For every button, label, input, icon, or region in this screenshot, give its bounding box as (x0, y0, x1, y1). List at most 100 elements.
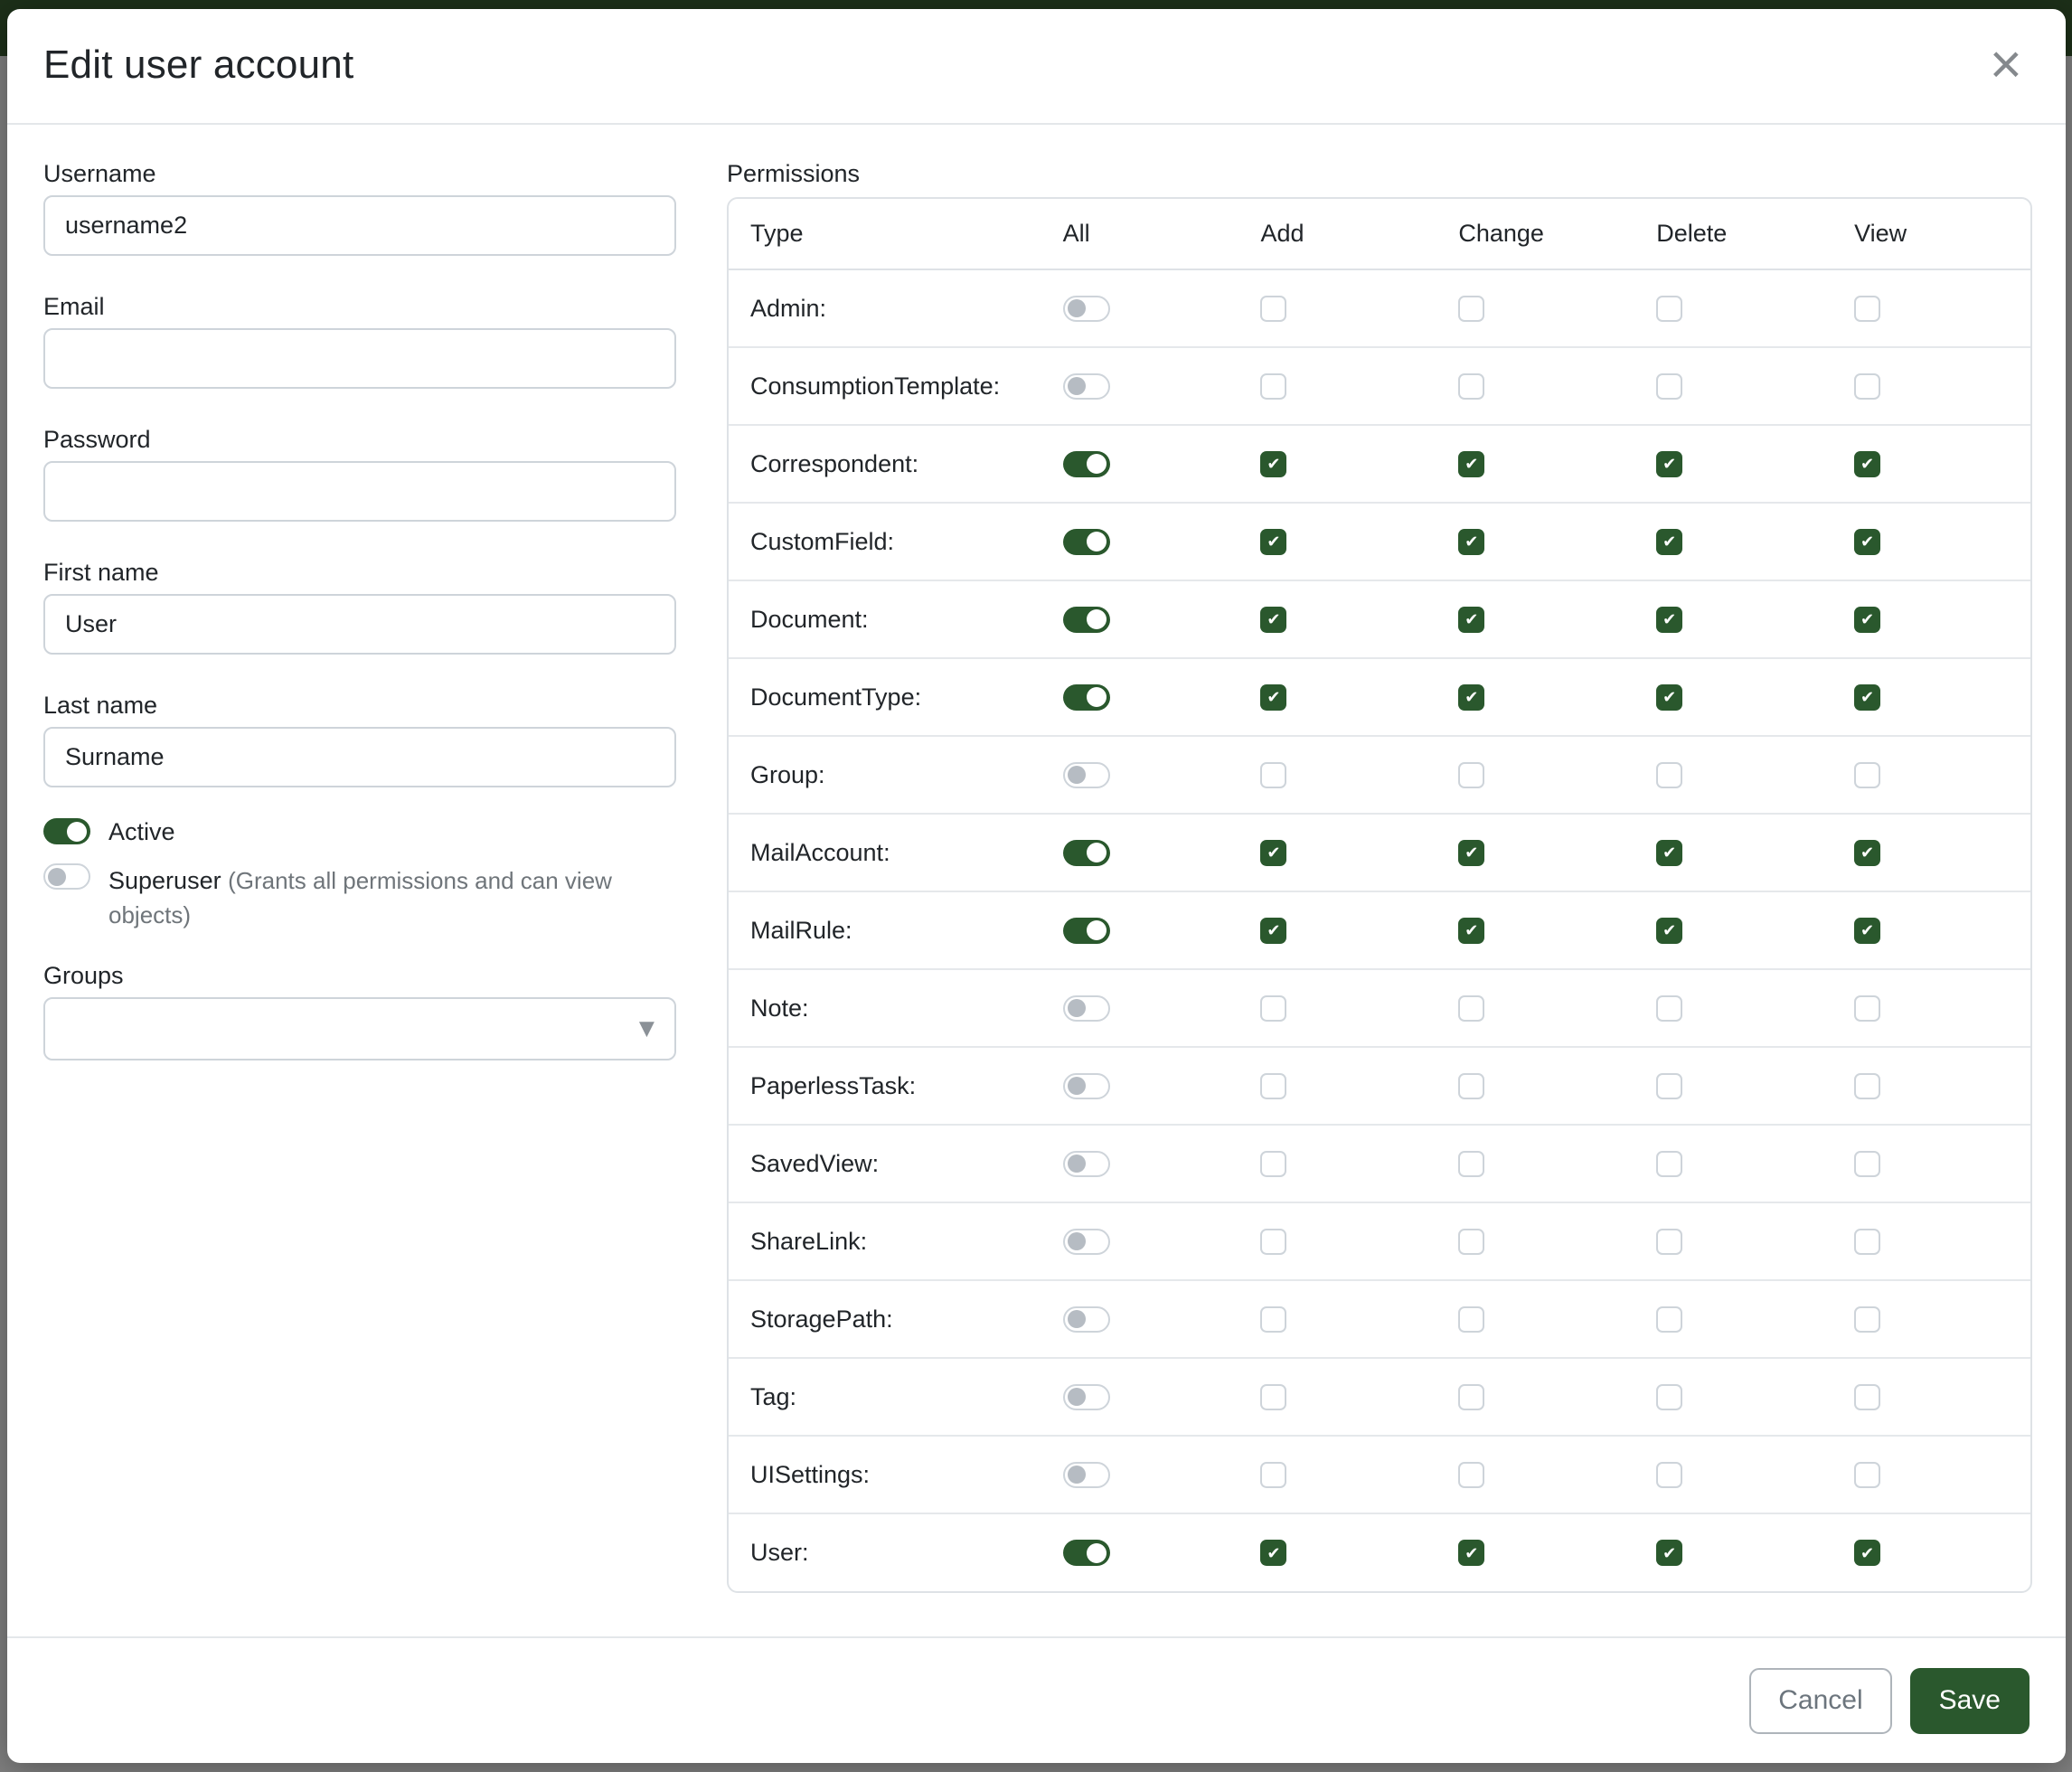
checkbox-change-admin[interactable] (1458, 296, 1484, 322)
toggle-all-mailrule[interactable] (1063, 918, 1110, 944)
checkbox-view-note[interactable] (1854, 995, 1880, 1022)
first-name-input[interactable] (43, 594, 676, 655)
checkbox-delete-correspondent[interactable]: ✔ (1656, 451, 1682, 477)
checkbox-add-paperlesstask[interactable] (1260, 1073, 1286, 1099)
checkbox-change-group[interactable] (1458, 762, 1484, 788)
checkbox-delete-customfield[interactable]: ✔ (1656, 529, 1682, 555)
checkbox-view-consumptiontemplate[interactable] (1854, 373, 1880, 400)
checkbox-change-storagepath[interactable] (1458, 1306, 1484, 1333)
checkbox-delete-uisettings[interactable] (1656, 1462, 1682, 1488)
toggle-all-sharelink[interactable] (1063, 1229, 1110, 1255)
checkbox-delete-group[interactable] (1656, 762, 1682, 788)
checkbox-delete-tag[interactable] (1656, 1384, 1682, 1410)
checkbox-add-user[interactable]: ✔ (1260, 1540, 1286, 1566)
toggle-all-paperlesstask[interactable] (1063, 1073, 1110, 1099)
checkbox-view-documenttype[interactable]: ✔ (1854, 684, 1880, 711)
checkbox-add-tag[interactable] (1260, 1384, 1286, 1410)
toggle-all-customfield[interactable] (1063, 529, 1110, 555)
checkbox-change-user[interactable]: ✔ (1458, 1540, 1484, 1566)
toggle-all-document[interactable] (1063, 607, 1110, 633)
checkbox-view-mailrule[interactable]: ✔ (1854, 918, 1880, 944)
checkbox-change-sharelink[interactable] (1458, 1229, 1484, 1255)
save-button[interactable]: Save (1910, 1668, 2030, 1734)
checkbox-change-paperlesstask[interactable] (1458, 1073, 1484, 1099)
checkbox-change-correspondent[interactable]: ✔ (1458, 451, 1484, 477)
active-toggle[interactable] (43, 818, 90, 844)
check-icon: ✔ (1662, 611, 1676, 627)
checkbox-delete-note[interactable] (1656, 995, 1682, 1022)
toggle-all-tag[interactable] (1063, 1384, 1110, 1410)
checkbox-change-tag[interactable] (1458, 1384, 1484, 1410)
toggle-all-documenttype[interactable] (1063, 684, 1110, 711)
checkbox-add-group[interactable] (1260, 762, 1286, 788)
checkbox-change-consumptiontemplate[interactable] (1458, 373, 1484, 400)
password-input[interactable] (43, 461, 676, 522)
toggle-all-correspondent[interactable] (1063, 451, 1110, 477)
checkbox-change-documenttype[interactable]: ✔ (1458, 684, 1484, 711)
checkbox-add-correspondent[interactable]: ✔ (1260, 451, 1286, 477)
checkbox-delete-savedview[interactable] (1656, 1151, 1682, 1177)
checkbox-change-savedview[interactable] (1458, 1151, 1484, 1177)
toggle-all-storagepath[interactable] (1063, 1306, 1110, 1333)
checkbox-view-storagepath[interactable] (1854, 1306, 1880, 1333)
toggle-all-consumptiontemplate[interactable] (1063, 373, 1110, 400)
checkbox-add-customfield[interactable]: ✔ (1260, 529, 1286, 555)
checkbox-add-sharelink[interactable] (1260, 1229, 1286, 1255)
checkbox-delete-admin[interactable] (1656, 296, 1682, 322)
checkbox-view-customfield[interactable]: ✔ (1854, 529, 1880, 555)
checkbox-change-mailaccount[interactable]: ✔ (1458, 840, 1484, 866)
checkbox-add-document[interactable]: ✔ (1260, 607, 1286, 633)
checkbox-view-admin[interactable] (1854, 296, 1880, 322)
checkbox-view-sharelink[interactable] (1854, 1229, 1880, 1255)
checkbox-add-uisettings[interactable] (1260, 1462, 1286, 1488)
checkbox-add-storagepath[interactable] (1260, 1306, 1286, 1333)
checkbox-change-note[interactable] (1458, 995, 1484, 1022)
toggle-all-savedview[interactable] (1063, 1151, 1110, 1177)
email-input[interactable] (43, 328, 676, 389)
last-name-input[interactable] (43, 727, 676, 787)
checkbox-add-admin[interactable] (1260, 296, 1286, 322)
checkbox-view-savedview[interactable] (1854, 1151, 1880, 1177)
groups-select[interactable]: ▾ (43, 997, 676, 1060)
toggle-all-uisettings[interactable] (1063, 1462, 1110, 1488)
checkbox-view-document[interactable]: ✔ (1854, 607, 1880, 633)
toggle-all-admin[interactable] (1063, 296, 1110, 322)
checkbox-view-paperlesstask[interactable] (1854, 1073, 1880, 1099)
checkbox-view-group[interactable] (1854, 762, 1880, 788)
toggle-all-group[interactable] (1063, 762, 1110, 788)
username-input[interactable] (43, 195, 676, 256)
toggle-knob (1087, 609, 1107, 629)
checkbox-delete-paperlesstask[interactable] (1656, 1073, 1682, 1099)
checkbox-add-savedview[interactable] (1260, 1151, 1286, 1177)
checkbox-delete-document[interactable]: ✔ (1656, 607, 1682, 633)
column-header-delete: Delete (1634, 199, 1832, 269)
checkbox-add-consumptiontemplate[interactable] (1260, 373, 1286, 400)
checkbox-change-document[interactable]: ✔ (1458, 607, 1484, 633)
checkbox-view-user[interactable]: ✔ (1854, 1540, 1880, 1566)
checkbox-add-mailrule[interactable]: ✔ (1260, 918, 1286, 944)
checkbox-delete-mailaccount[interactable]: ✔ (1656, 840, 1682, 866)
checkbox-view-mailaccount[interactable]: ✔ (1854, 840, 1880, 866)
checkbox-change-customfield[interactable]: ✔ (1458, 529, 1484, 555)
toggle-all-note[interactable] (1063, 995, 1110, 1022)
checkbox-add-documenttype[interactable]: ✔ (1260, 684, 1286, 711)
toggle-knob (48, 868, 66, 886)
checkbox-change-mailrule[interactable]: ✔ (1458, 918, 1484, 944)
toggle-all-user[interactable] (1063, 1540, 1110, 1566)
checkbox-delete-sharelink[interactable] (1656, 1229, 1682, 1255)
close-icon[interactable]: × (1990, 47, 2022, 83)
checkbox-delete-user[interactable]: ✔ (1656, 1540, 1682, 1566)
checkbox-change-uisettings[interactable] (1458, 1462, 1484, 1488)
checkbox-add-note[interactable] (1260, 995, 1286, 1022)
checkbox-add-mailaccount[interactable]: ✔ (1260, 840, 1286, 866)
cancel-button[interactable]: Cancel (1749, 1668, 1891, 1734)
checkbox-delete-documenttype[interactable]: ✔ (1656, 684, 1682, 711)
checkbox-delete-mailrule[interactable]: ✔ (1656, 918, 1682, 944)
superuser-toggle[interactable] (43, 863, 90, 890)
checkbox-view-tag[interactable] (1854, 1384, 1880, 1410)
toggle-all-mailaccount[interactable] (1063, 840, 1110, 866)
checkbox-delete-storagepath[interactable] (1656, 1306, 1682, 1333)
checkbox-view-correspondent[interactable]: ✔ (1854, 451, 1880, 477)
checkbox-view-uisettings[interactable] (1854, 1462, 1880, 1488)
checkbox-delete-consumptiontemplate[interactable] (1656, 373, 1682, 400)
